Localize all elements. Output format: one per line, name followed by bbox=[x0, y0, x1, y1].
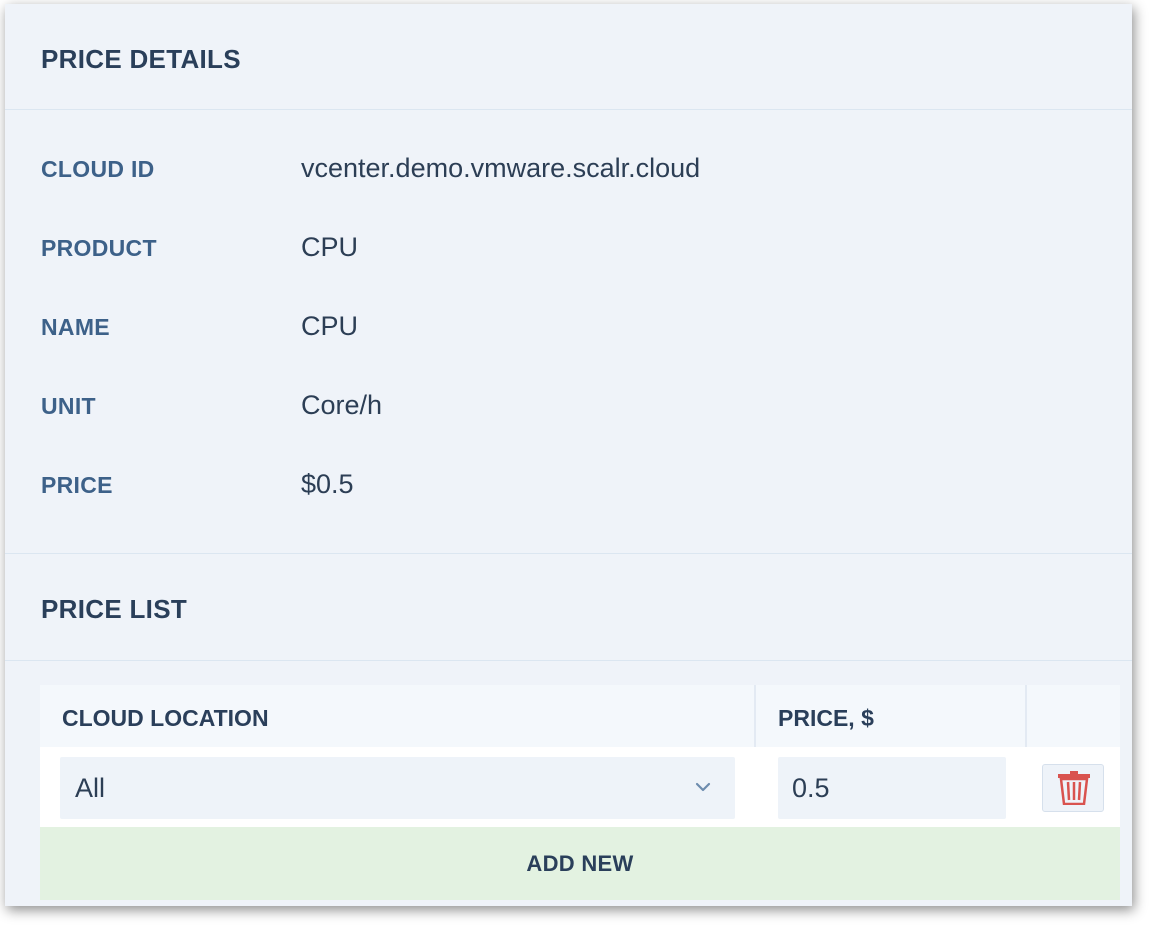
price-list-grid: CLOUD LOCATION PRICE, $ All 0.5 ADD NEW bbox=[40, 685, 1120, 900]
price-list-header: PRICE LIST bbox=[5, 554, 1132, 661]
price-label: PRICE bbox=[41, 472, 113, 498]
detail-row-name: NAME CPU bbox=[41, 311, 1101, 354]
unit-value: Core/h bbox=[301, 390, 383, 420]
grid-header-row: CLOUD LOCATION PRICE, $ bbox=[40, 685, 1120, 747]
product-value: CPU bbox=[301, 232, 359, 262]
name-value: CPU bbox=[301, 311, 359, 341]
price-value: $0.5 bbox=[301, 469, 354, 499]
column-header-actions bbox=[1027, 685, 1120, 747]
price-list-title: PRICE LIST bbox=[41, 594, 188, 624]
cloud-location-value: All bbox=[75, 773, 106, 803]
delete-row-button[interactable] bbox=[1042, 764, 1104, 812]
chevron-down-icon bbox=[695, 779, 711, 795]
detail-row-unit: UNIT Core/h bbox=[41, 390, 1101, 433]
trash-icon bbox=[1058, 771, 1090, 805]
cloud-id-value: vcenter.demo.vmware.scalr.cloud bbox=[301, 153, 701, 183]
cloud-id-label: CLOUD ID bbox=[41, 156, 155, 182]
name-label: NAME bbox=[41, 314, 110, 340]
detail-row-product: PRODUCT CPU bbox=[41, 232, 1101, 275]
unit-label: UNIT bbox=[41, 393, 96, 419]
table-row: All bbox=[40, 747, 1120, 827]
detail-row-price: PRICE $0.5 bbox=[41, 469, 1101, 512]
column-header-cloud-location: CLOUD LOCATION bbox=[40, 685, 756, 747]
price-input[interactable] bbox=[778, 757, 1006, 819]
price-details-title: PRICE DETAILS bbox=[41, 44, 241, 74]
price-panel: PRICE DETAILS CLOUD ID vcenter.demo.vmwa… bbox=[5, 4, 1132, 906]
add-new-button[interactable]: ADD NEW bbox=[40, 827, 1120, 900]
product-label: PRODUCT bbox=[41, 235, 157, 261]
detail-row-cloud-id: CLOUD ID vcenter.demo.vmware.scalr.cloud bbox=[41, 153, 1101, 196]
cloud-location-select[interactable]: All bbox=[60, 757, 735, 819]
price-details-header: PRICE DETAILS bbox=[5, 4, 1132, 110]
column-header-price: PRICE, $ bbox=[756, 685, 1027, 747]
